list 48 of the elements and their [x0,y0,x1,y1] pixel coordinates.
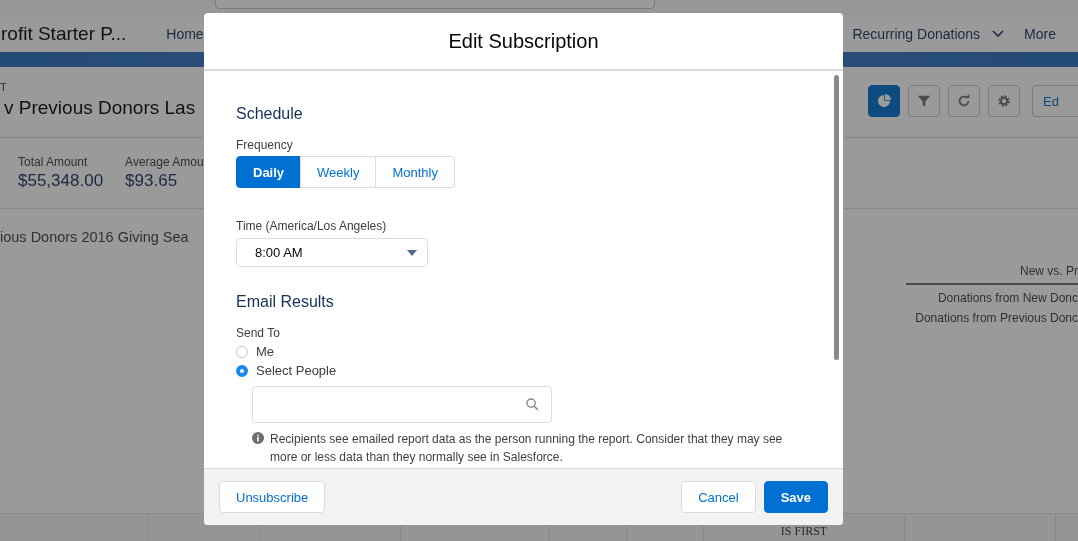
secondary-button[interactable]: Cancel [681,481,756,513]
radio-label: Me [256,344,275,359]
refresh-icon [957,94,971,108]
stat-label: Average Amou [125,155,204,169]
frequency-option[interactable]: Weekly [300,156,377,188]
report-title: v Previous Donors Las [4,97,196,119]
nav-item[interactable]: Home [166,25,204,42]
radio-label: Select People [256,363,337,378]
column-header: IS FIRST [780,524,828,540]
scrollbar[interactable] [834,75,839,360]
info-text: Recipients see emailed report data as the person running the report. Consider that they may see more or less data than they normally see in Salesforce. [270,431,784,466]
secondary-button[interactable]: Unsubscribe [219,481,326,513]
refresh-button[interactable] [948,85,980,117]
frequency-option[interactable]: Monthly [375,156,455,188]
nav-item[interactable]: Recurring Donations [852,25,1005,42]
filter-button[interactable] [908,85,940,117]
settings-icon [997,94,1011,108]
edit-button[interactable]: Ed [1032,85,1078,117]
stat-value: $93.65 [125,171,179,191]
time-select[interactable]: 8:00 AM [236,238,428,267]
report-type-label: T [0,81,7,93]
settings-button[interactable] [988,85,1020,117]
people-search-field[interactable] [252,386,552,423]
field-label: Frequency [236,138,294,152]
pie-chart-icon [877,94,891,108]
info-icon [252,432,264,444]
search-icon [526,398,539,411]
frequency-option[interactable]: Daily [236,156,302,188]
chevron-down-icon [992,29,1005,38]
stat-label: Total Amount [18,155,89,169]
filter-icon [917,94,931,108]
caret-icon [407,249,417,256]
section-heading: Schedule [236,105,304,123]
modal-title: Edit Subscription [448,29,599,53]
primary-button[interactable]: Save [763,481,828,513]
legend-title: New vs. Pr [906,264,1078,285]
app-name: rofit Starter P... [1,22,127,45]
legend-item: Donations from New Donc [936,291,1078,305]
chart-title: ious Donors 2016 Giving Sea [0,229,189,245]
radio-button[interactable] [236,345,248,358]
chart-button[interactable] [868,85,900,117]
legend-item: Donations from Previous Donc [914,311,1078,325]
section-heading: Email Results [236,293,335,311]
field-label: Time (America/Los Angeles) [236,219,388,233]
field-label: Send To [236,326,281,340]
radio-button[interactable] [236,364,248,377]
stat-value: $55,348.00 [18,171,104,191]
nav-item[interactable]: More [1024,25,1056,42]
